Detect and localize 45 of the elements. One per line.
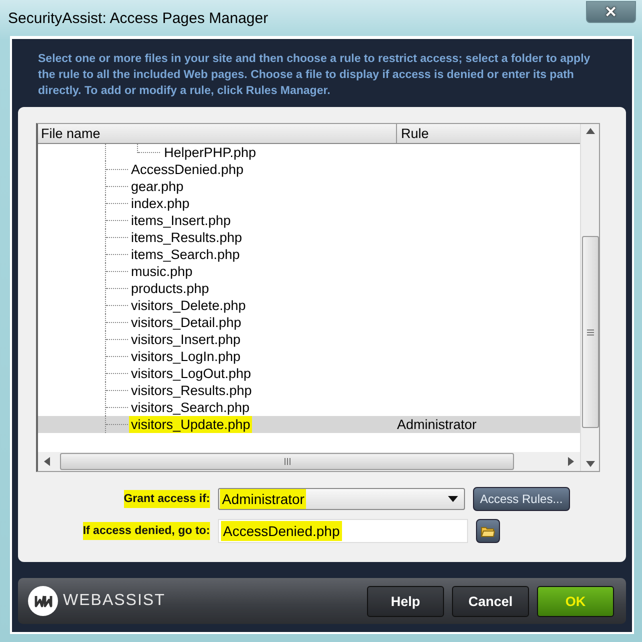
- scroll-left-icon[interactable]: [44, 457, 50, 466]
- logo-text: WEBASSIST: [63, 592, 166, 610]
- scroll-thumb[interactable]: [60, 453, 514, 470]
- dialog-button[interactable]: Cancel: [452, 586, 529, 616]
- scroll-down-icon[interactable]: [586, 461, 594, 467]
- rule-dropdown[interactable]: Administrator: [218, 488, 465, 510]
- horizontal-scrollbar[interactable]: [38, 452, 580, 471]
- scroll-right-icon[interactable]: [568, 457, 574, 466]
- file-row[interactable]: index.php: [38, 195, 580, 212]
- scroll-thumb[interactable]: [582, 236, 598, 428]
- window-title: SecurityAssist: Access Pages Manager: [8, 10, 268, 26]
- file-row[interactable]: music.php: [38, 263, 580, 280]
- highlight-mark: Administrator: [220, 489, 306, 509]
- file-row[interactable]: visitors_Update.php Administrator: [38, 416, 580, 433]
- file-row[interactable]: visitors_LogOut.php: [38, 365, 580, 382]
- file-row[interactable]: visitors_Detail.php: [38, 314, 580, 331]
- field-label: Grant access if:: [124, 490, 210, 508]
- grip-icon: [284, 458, 290, 465]
- column-header[interactable]: File name: [38, 124, 397, 143]
- instructions-text: Select one or more files in your site and then choose a rule to restrict access; select a folder to apply the rule to all the included Web pages. Choose a file to display if access is denied or enter its path directly. To add or modify a rule, click Rules Manager.: [37, 52, 592, 99]
- dialog-button[interactable]: Help: [367, 586, 444, 616]
- file-row[interactable]: items_Insert.php: [38, 212, 580, 229]
- highlight-mark: AccessDenied.php: [221, 521, 342, 541]
- scroll-up-icon[interactable]: [586, 128, 594, 134]
- logo-icon: [28, 586, 58, 616]
- file-row[interactable]: gear.php: [38, 178, 580, 195]
- file-row[interactable]: AccessDenied.php: [38, 161, 580, 178]
- dropdown-arrow-icon: [448, 496, 458, 502]
- file-row[interactable]: items_Results.php: [38, 229, 580, 246]
- file-row[interactable]: visitors_Results.php: [38, 382, 580, 399]
- browse-button[interactable]: [476, 519, 500, 543]
- file-row[interactable]: items_Search.php: [38, 246, 580, 263]
- file-row[interactable]: visitors_Insert.php: [38, 331, 580, 348]
- folder-icon: [481, 526, 495, 536]
- file-row[interactable]: HelperPHP.php: [38, 144, 580, 161]
- redirect-page-field[interactable]: AccessDenied.php: [218, 519, 468, 543]
- field-label: If access denied, go to:: [82, 522, 210, 540]
- grip-icon: [586, 328, 594, 336]
- file-row[interactable]: visitors_LogIn.php: [38, 348, 580, 365]
- access-rules-button[interactable]: Access Rules...: [473, 487, 570, 511]
- file-row[interactable]: products.php: [38, 280, 580, 297]
- close-button[interactable]: ✕: [586, 1, 636, 23]
- vertical-scrollbar[interactable]: [580, 124, 599, 471]
- file-row[interactable]: visitors_Delete.php: [38, 297, 580, 314]
- column-header[interactable]: Rule: [397, 124, 580, 143]
